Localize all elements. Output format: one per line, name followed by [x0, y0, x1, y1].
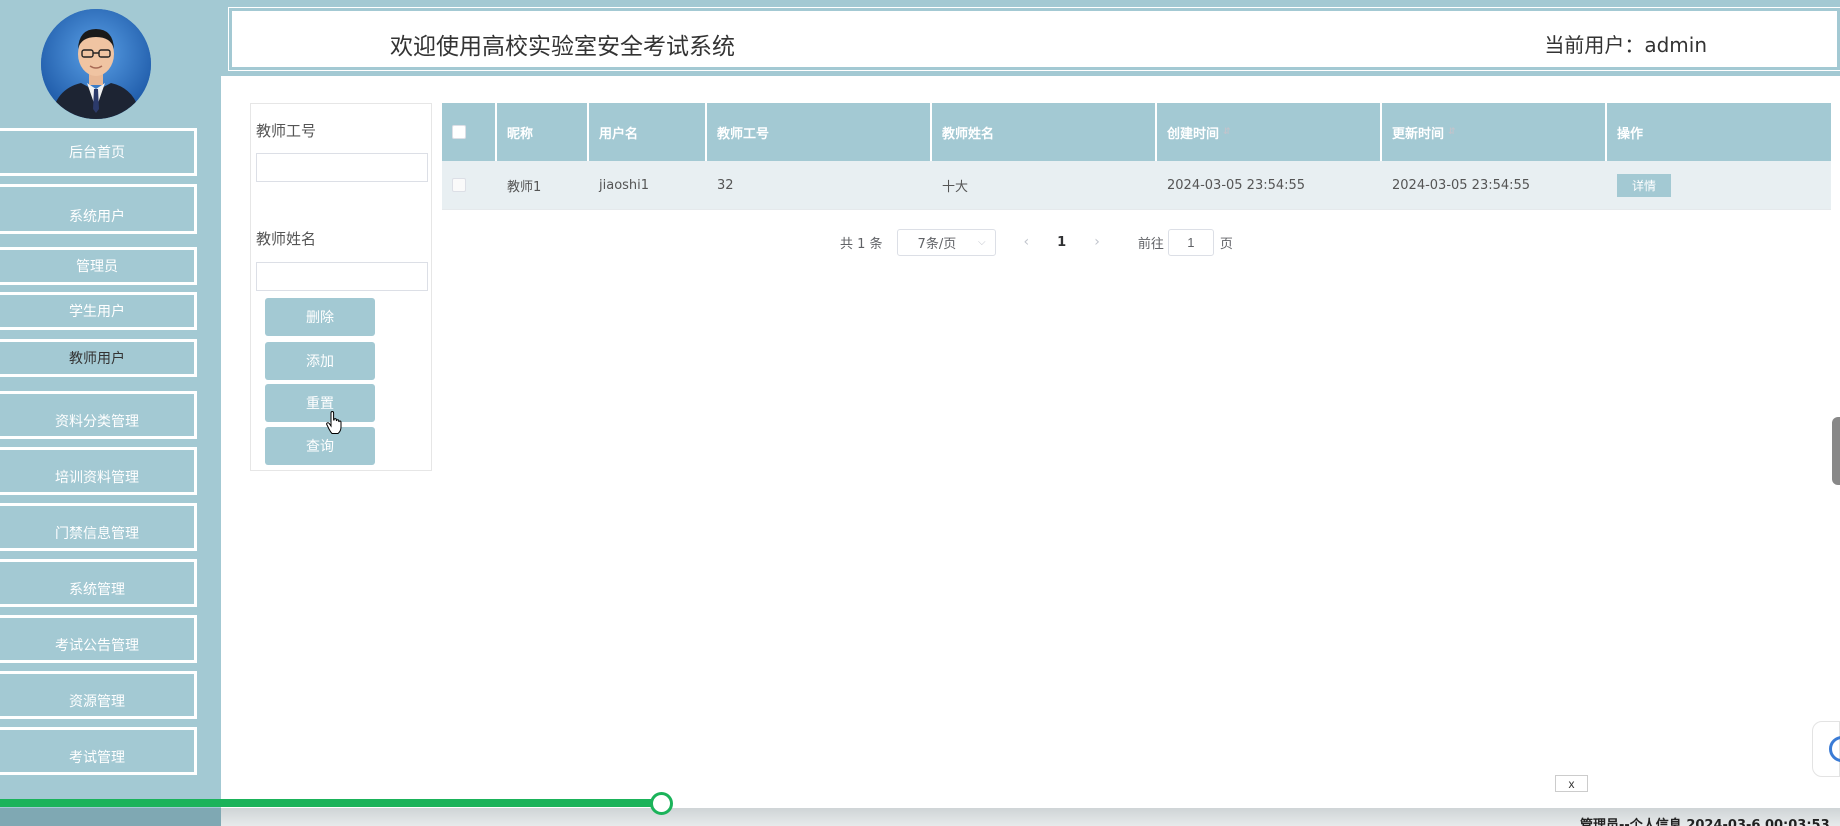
sidebar-item-label: 系统管理 — [69, 582, 125, 598]
column-header-teacher-name: 教师姓名 — [932, 103, 1157, 161]
column-header-label: 创建时间 — [1167, 126, 1220, 142]
column-header-nickname: 昵称 — [497, 103, 589, 161]
cell-updated: 2024-03-05 23:54:55 — [1392, 177, 1531, 193]
sidebar-item-label: 后台首页 — [69, 145, 125, 161]
sidebar-item-student-users[interactable]: 学生用户 — [0, 292, 197, 330]
cell-username: jiaoshi1 — [599, 177, 650, 193]
sidebar-item-label: 系统用户 — [69, 209, 125, 225]
avatar-portrait-icon — [41, 9, 151, 119]
sidebar-item-teacher-users[interactable]: 教师用户 — [0, 339, 197, 377]
sidebar-item-system-management[interactable]: 系统管理 — [0, 559, 197, 607]
sort-icon[interactable]: ⇵ — [1448, 127, 1456, 137]
column-header-teacher-id: 教师工号 — [707, 103, 932, 161]
chevron-down-icon: ⌵ — [977, 236, 986, 248]
cell-nickname: 教师1 — [507, 179, 542, 195]
next-page-icon[interactable]: › — [1094, 234, 1100, 250]
sidebar-item-label: 资源管理 — [69, 694, 125, 710]
row-checkbox[interactable] — [452, 178, 466, 192]
add-button[interactable]: 添加 — [265, 342, 375, 380]
bottom-bar-left-segment — [0, 808, 221, 826]
header-panel: 欢迎使用高校实验室安全考试系统 当前用户：admin — [228, 7, 1840, 71]
sidebar-item-label: 考试公告管理 — [55, 638, 139, 654]
reset-button[interactable]: 重置 — [265, 384, 375, 422]
sidebar-item-label: 培训资料管理 — [55, 470, 139, 486]
page-size-value: 7条/页 — [917, 236, 957, 252]
query-button[interactable]: 查询 — [265, 427, 375, 465]
sidebar-item-material-category[interactable]: 资料分类管理 — [0, 391, 197, 439]
teacher-name-label: 教师姓名 — [256, 230, 317, 248]
bottom-status-bar — [0, 808, 1840, 826]
sidebar-item-resource-management[interactable]: 资源管理 — [0, 671, 197, 719]
close-button[interactable]: x — [1555, 775, 1588, 792]
column-header-action: 操作 — [1617, 126, 1644, 142]
avatar — [41, 9, 151, 119]
current-user: 当前用户：admin — [1544, 33, 1707, 57]
sidebar-item-label: 教师用户 — [69, 351, 125, 367]
sidebar-item-label: 门禁信息管理 — [55, 526, 139, 542]
sidebar-item-label: 考试管理 — [69, 750, 125, 766]
sidebar-item-label: 资料分类管理 — [55, 414, 139, 430]
scrollbar-handle[interactable] — [1832, 417, 1840, 485]
current-page[interactable]: 1 — [1057, 235, 1066, 250]
page-size-select[interactable]: 7条/页 ⌵ — [896, 228, 996, 256]
detail-button[interactable]: 详情 — [1617, 173, 1671, 197]
sidebar-item-label: 管理员 — [76, 259, 118, 275]
column-header-username: 用户名 — [589, 103, 707, 161]
header: 欢迎使用高校实验室安全考试系统 当前用户：admin — [221, 0, 1840, 76]
column-header-label: 更新时间 — [1392, 126, 1445, 142]
sidebar: 后台首页 系统用户 管理员 学生用户 教师用户 资料分类管理 培训资料管理 门禁… — [0, 0, 221, 808]
goto-page-input[interactable] — [1167, 228, 1214, 256]
select-all-checkbox[interactable] — [452, 125, 466, 139]
floating-assistant-widget[interactable] — [1812, 721, 1840, 777]
cell-teacher-name: 十大 — [942, 179, 969, 195]
teacher-id-input[interactable] — [256, 153, 428, 182]
cell-teacher-id: 32 — [717, 177, 734, 193]
prev-page-icon[interactable]: ‹ — [1024, 234, 1030, 250]
pagination-total: 共 1 条 — [840, 236, 883, 252]
page-title: 欢迎使用高校实验室安全考试系统 — [390, 34, 735, 60]
progress-bar[interactable] — [0, 799, 663, 807]
goto-prefix: 前往 — [1137, 236, 1164, 252]
column-header-updated[interactable]: 更新时间 ⇵ — [1382, 103, 1607, 161]
progress-handle[interactable] — [650, 792, 673, 815]
table-row: 教师1 jiaoshi1 32 十大 2024-03-05 23:54:55 2… — [442, 161, 1831, 210]
sidebar-item-system-users[interactable]: 系统用户 — [0, 184, 197, 234]
select-all-cell — [442, 103, 497, 161]
teacher-name-input[interactable] — [256, 262, 428, 291]
sidebar-item-label: 学生用户 — [69, 304, 125, 320]
teacher-table: 昵称 用户名 教师工号 教师姓名 创建时间 ⇵ 更新时间 ⇵ 操作 教师1 ji… — [442, 103, 1831, 210]
status-text: 管理员--个人信息 2024-03-6 00:03:53 — [1580, 818, 1830, 826]
hand-cursor-icon — [326, 411, 342, 434]
cell-action: 详情 — [1607, 161, 1831, 209]
goto-suffix: 页 — [1219, 236, 1233, 252]
delete-button[interactable]: 删除 — [265, 298, 375, 336]
column-header-created[interactable]: 创建时间 ⇵ — [1157, 103, 1382, 161]
sidebar-item-access-control[interactable]: 门禁信息管理 — [0, 503, 197, 551]
sidebar-item-home[interactable]: 后台首页 — [0, 128, 197, 176]
row-select-cell — [442, 161, 497, 209]
pagination: 共 1 条 7条/页 ⌵ ‹ 1 › 前往 页 — [840, 228, 1233, 256]
table-header: 昵称 用户名 教师工号 教师姓名 创建时间 ⇵ 更新时间 ⇵ 操作 — [442, 103, 1831, 161]
sidebar-item-exam-management[interactable]: 考试管理 — [0, 727, 197, 775]
teacher-id-label: 教师工号 — [256, 122, 317, 140]
sidebar-item-training-material[interactable]: 培训资料管理 — [0, 447, 197, 495]
assistant-icon — [1829, 736, 1840, 762]
cell-created: 2024-03-05 23:54:55 — [1167, 177, 1306, 193]
sort-icon[interactable]: ⇵ — [1223, 127, 1231, 137]
sidebar-item-admin[interactable]: 管理员 — [0, 247, 197, 285]
sidebar-item-exam-notice[interactable]: 考试公告管理 — [0, 615, 197, 663]
